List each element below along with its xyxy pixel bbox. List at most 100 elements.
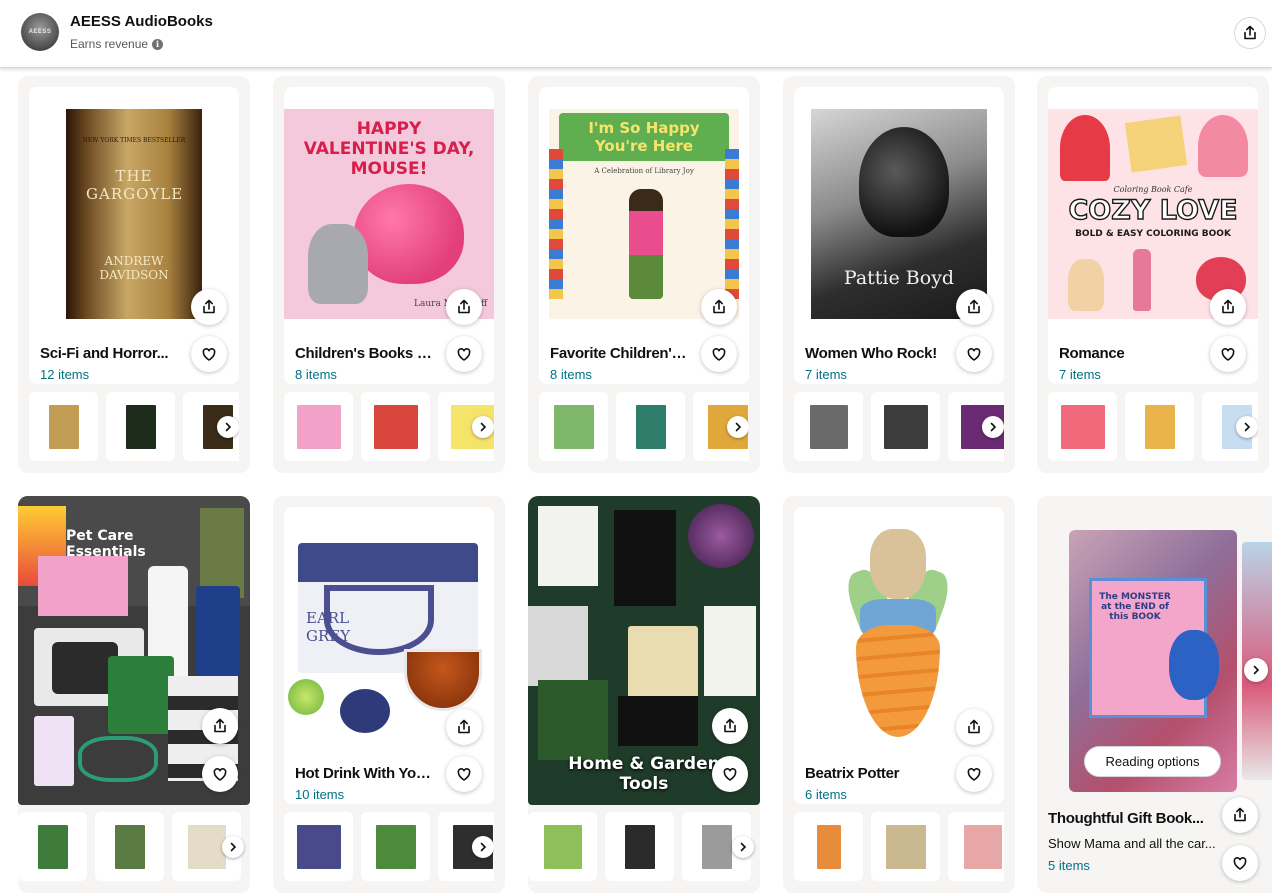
- like-button[interactable]: [446, 336, 482, 372]
- card-inner[interactable]: Coloring Book Cafe COZY LOVE BOLD & EASY…: [1048, 87, 1258, 384]
- thumbnail[interactable]: [616, 392, 685, 461]
- collection-cover[interactable]: Coloring Book Cafe COZY LOVE BOLD & EASY…: [1048, 109, 1258, 319]
- collection-card[interactable]: Pet Care Essentials: [18, 496, 250, 893]
- collection-card[interactable]: NEW YORK TIMES BESTSELLER THE GARGOYLE A…: [18, 76, 250, 473]
- reading-options-button[interactable]: Reading options: [1084, 746, 1221, 777]
- share-button[interactable]: [202, 708, 238, 744]
- collection-description: Show Mama and all the car...: [1048, 836, 1216, 851]
- thumbnail-next-button[interactable]: [982, 416, 1004, 438]
- collection-cover[interactable]: [794, 529, 1004, 739]
- store-avatar[interactable]: AEESS: [21, 13, 59, 51]
- share-button[interactable]: [1222, 797, 1258, 833]
- collection-cover[interactable]: HAPPY VALENTINE'S DAY, MOUSE! Laura Nume…: [284, 109, 494, 319]
- like-button[interactable]: [1222, 845, 1258, 881]
- thumbnail[interactable]: [871, 392, 940, 461]
- thumbnail[interactable]: [284, 812, 353, 881]
- like-button[interactable]: [1210, 336, 1246, 372]
- collection-card[interactable]: HAPPY VALENTINE'S DAY, MOUSE! Laura Nume…: [273, 76, 505, 473]
- collection-title[interactable]: Favorite Children's...: [550, 345, 690, 362]
- share-button[interactable]: [446, 289, 482, 325]
- share-button[interactable]: [712, 708, 748, 744]
- share-button[interactable]: [191, 289, 227, 325]
- collection-card[interactable]: Coloring Book Cafe COZY LOVE BOLD & EASY…: [1037, 76, 1269, 473]
- thumbnail-next-button[interactable]: [217, 416, 239, 438]
- collection-card[interactable]: Home & Garden Tools: [528, 496, 760, 893]
- like-button[interactable]: [191, 336, 227, 372]
- thumbnail[interactable]: [95, 812, 164, 881]
- collection-title[interactable]: Hot Drink With You...: [295, 765, 435, 782]
- thumbnail-next-button[interactable]: [727, 416, 749, 438]
- thumbnail[interactable]: [284, 392, 353, 461]
- collection-title[interactable]: Thoughtful Gift Book...: [1048, 810, 1216, 827]
- like-button[interactable]: [712, 756, 748, 792]
- card-inner[interactable]: EARL GREY Hot Drink With You... 10 items: [284, 507, 494, 804]
- item-count[interactable]: 8 items: [295, 367, 337, 382]
- collection-card[interactable]: I'm So Happy You're Here A Celebration o…: [528, 76, 760, 473]
- thumbnail[interactable]: [871, 812, 940, 881]
- info-icon[interactable]: i: [152, 38, 164, 50]
- like-button[interactable]: [956, 756, 992, 792]
- thumbnail[interactable]: [794, 392, 863, 461]
- thumbnail-next-button[interactable]: [472, 836, 494, 858]
- collection-card[interactable]: The MONSTER at the END of this BOOK Read…: [1037, 496, 1272, 893]
- thumbnail-next-button[interactable]: [222, 836, 244, 858]
- collection-title[interactable]: Children's Books fo...: [295, 345, 435, 362]
- card-inner[interactable]: NEW YORK TIMES BESTSELLER THE GARGOYLE A…: [29, 87, 239, 384]
- like-button[interactable]: [202, 756, 238, 792]
- item-count[interactable]: 7 items: [805, 367, 847, 382]
- collection-cover[interactable]: EARL GREY: [284, 529, 494, 739]
- like-button[interactable]: [956, 336, 992, 372]
- thumbnail[interactable]: [1125, 392, 1194, 461]
- item-count[interactable]: 6 items: [805, 787, 847, 802]
- carousel-next-button[interactable]: [1244, 658, 1268, 682]
- chevron-right-icon: [740, 842, 747, 852]
- collection-title[interactable]: Women Who Rock!: [805, 345, 945, 362]
- store-name[interactable]: AEESS AudioBooks: [70, 13, 213, 30]
- collection-title[interactable]: Beatrix Potter: [805, 765, 945, 782]
- share-icon: [458, 299, 470, 314]
- collection-card[interactable]: Beatrix Potter 6 items: [783, 496, 1015, 893]
- collection-cover[interactable]: I'm So Happy You're Here A Celebration o…: [539, 109, 749, 319]
- thumbnail-next-button[interactable]: [1236, 416, 1258, 438]
- item-count[interactable]: 10 items: [295, 787, 344, 802]
- share-button[interactable]: [956, 289, 992, 325]
- thumbnail[interactable]: [18, 812, 87, 881]
- item-count[interactable]: 5 items: [1048, 858, 1090, 873]
- item-count[interactable]: 7 items: [1059, 367, 1101, 382]
- thumbnail-next-button[interactable]: [472, 416, 494, 438]
- thumbnail[interactable]: [106, 392, 175, 461]
- collection-title[interactable]: Sci-Fi and Horror...: [40, 345, 180, 362]
- collection-card[interactable]: EARL GREY Hot Drink With You... 10 items: [273, 496, 505, 893]
- thumbnail[interactable]: [948, 812, 1004, 881]
- collection-cover[interactable]: Pattie Boyd: [794, 109, 1004, 319]
- thumbnail[interactable]: [539, 392, 608, 461]
- share-button[interactable]: [1210, 289, 1246, 325]
- thumbnail-next-button[interactable]: [732, 836, 754, 858]
- thumbnail[interactable]: [361, 812, 430, 881]
- card-inner[interactable]: I'm So Happy You're Here A Celebration o…: [539, 87, 749, 384]
- card-inner[interactable]: Beatrix Potter 6 items: [794, 507, 1004, 804]
- share-button[interactable]: [446, 709, 482, 745]
- thumbnail[interactable]: [29, 392, 98, 461]
- like-button[interactable]: [701, 336, 737, 372]
- thumbnail[interactable]: [605, 812, 674, 881]
- thumbnail[interactable]: [528, 812, 597, 881]
- cover-fabric: [618, 696, 698, 746]
- share-button[interactable]: [701, 289, 737, 325]
- collection-card[interactable]: Pattie Boyd Women Who Rock! 7 items: [783, 76, 1015, 473]
- like-button[interactable]: [446, 756, 482, 792]
- header-share-button[interactable]: [1234, 17, 1266, 49]
- share-icon: [968, 299, 980, 314]
- item-count[interactable]: 8 items: [550, 367, 592, 382]
- cover-seed-mat: [528, 606, 588, 686]
- item-count[interactable]: 12 items: [40, 367, 89, 382]
- thumbnail[interactable]: [1048, 392, 1117, 461]
- thumbnail[interactable]: [794, 812, 863, 881]
- thumbnail[interactable]: [361, 392, 430, 461]
- collection-cover[interactable]: NEW YORK TIMES BESTSELLER THE GARGOYLE A…: [29, 109, 239, 319]
- card-inner[interactable]: HAPPY VALENTINE'S DAY, MOUSE! Laura Nume…: [284, 87, 494, 384]
- share-button[interactable]: [956, 709, 992, 745]
- card-inner[interactable]: Pattie Boyd Women Who Rock! 7 items: [794, 87, 1004, 384]
- collection-title[interactable]: Romance: [1059, 345, 1199, 362]
- thumbnail-image: [963, 824, 1002, 869]
